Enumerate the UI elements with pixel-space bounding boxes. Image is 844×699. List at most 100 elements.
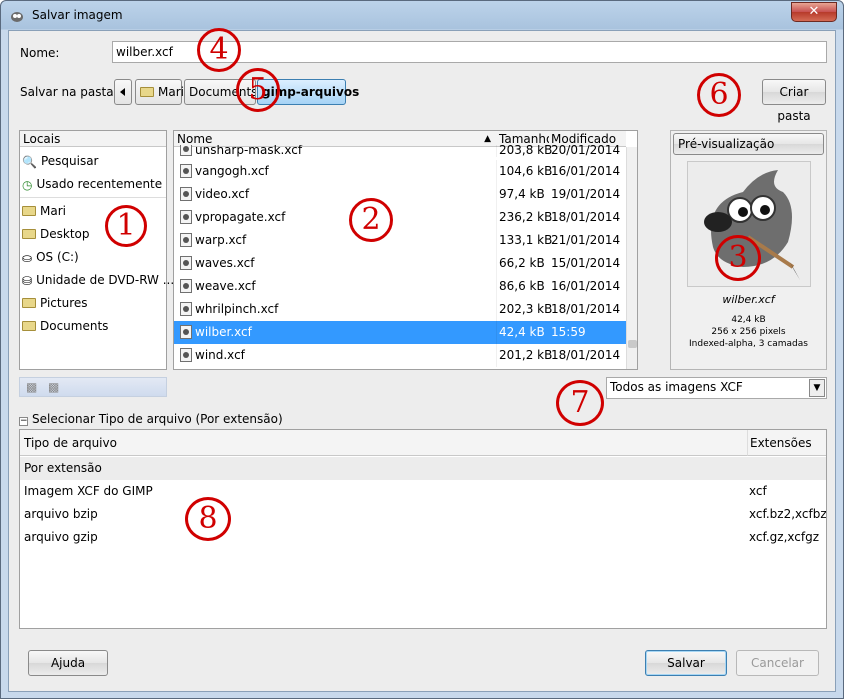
folder-icon — [140, 86, 154, 97]
file-modified: 16/01/2014 — [551, 164, 621, 178]
preview-filename: wilber.xcf — [722, 293, 775, 306]
file-list-scrollbar[interactable] — [626, 147, 637, 369]
file-modified: 19/01/2014 — [551, 187, 621, 201]
places-panel: Locais 🔍 Pesquisar ◷ Usado recentemente Ma… — [19, 130, 174, 370]
column-header-filetype[interactable]: Tipo de arquivo — [20, 430, 747, 456]
file-row[interactable]: wilber.xcf 42,4 kB 15:59 — [174, 321, 637, 344]
cancel-button[interactable]: Cancelar — [736, 650, 819, 676]
file-size: 66,2 kB — [499, 256, 545, 270]
place-mari[interactable]: Mari — [22, 200, 66, 222]
xcf-file-icon — [180, 325, 192, 339]
filetype-name: Imagem XCF do GIMP — [24, 484, 153, 498]
file-row[interactable]: vpropagate.xcf 236,2 kB 18/01/2014 — [174, 206, 637, 229]
annotation-badge-8: 8 — [185, 497, 231, 541]
file-row[interactable]: unsharp-mask.xcf 203,8 kB 20/01/2014 — [174, 145, 637, 157]
chevron-down-icon[interactable]: ▼ — [809, 379, 825, 397]
place-desktop[interactable]: Desktop — [22, 223, 90, 245]
places-toolbar: ▩ ▩ — [19, 377, 167, 397]
file-modified: 15/01/2014 — [551, 256, 621, 270]
annotation-badge-1: 1 — [105, 205, 147, 247]
remove-bookmark-icon[interactable]: ▩ — [48, 380, 59, 394]
places-header[interactable]: Locais — [20, 131, 166, 147]
file-name: waves.xcf — [195, 256, 255, 270]
file-modified: 20/01/2014 — [551, 145, 621, 157]
xcf-file-icon — [180, 348, 192, 362]
crumb-mari[interactable]: Mari — [135, 79, 184, 105]
dialog-body: Nome: wilber.xcf Salvar na pasta: Mari D… — [8, 28, 836, 692]
save-in-label: Salvar na pasta: — [20, 85, 118, 99]
file-name: unsharp-mask.xcf — [195, 145, 303, 157]
file-row[interactable]: weave.xcf 86,6 kB 16/01/2014 — [174, 275, 637, 298]
crumb-back-button[interactable] — [114, 79, 132, 105]
gimp-app-icon — [11, 12, 23, 22]
file-size: 203,8 kB — [499, 145, 553, 157]
file-name: warp.xcf — [195, 233, 247, 247]
filetype-row-by-extension[interactable]: Por extensão — [20, 457, 826, 480]
annotation-badge-2: 2 — [349, 198, 393, 242]
file-modified: 18/01/2014 — [551, 210, 621, 224]
arrow-left-icon — [120, 88, 125, 96]
file-modified: 16/01/2014 — [551, 279, 621, 293]
folder-icon — [22, 228, 36, 239]
file-size: 133,1 kB — [499, 233, 553, 247]
file-modified: 18/01/2014 — [551, 348, 621, 362]
preview-dimensions: 256 x 256 pixels — [711, 327, 786, 337]
save-button[interactable]: Salvar — [645, 650, 727, 676]
file-name: wind.xcf — [195, 348, 245, 362]
filetype-expander[interactable]: − Selecionar Tipo de arquivo (Por extensã… — [19, 412, 283, 426]
clock-icon: ◷ — [22, 177, 33, 192]
file-name: whrilpinch.xcf — [195, 302, 279, 316]
file-size: 42,4 kB — [499, 325, 545, 339]
xcf-file-icon — [180, 187, 192, 201]
file-row[interactable]: waves.xcf 66,2 kB 15/01/2014 — [174, 252, 637, 275]
folder-icon — [22, 205, 36, 216]
filetype-table: Tipo de arquivo Extensões Por extensão Im… — [19, 429, 827, 629]
filetype-row[interactable]: arquivo bzip xcf.bz2,xcfbz2 — [20, 503, 826, 526]
annotation-badge-7: 7 — [556, 380, 604, 426]
filetype-row[interactable]: arquivo gzip xcf.gz,xcfgz — [20, 526, 826, 549]
name-label: Nome: — [20, 46, 60, 60]
xcf-file-icon — [180, 256, 192, 270]
xcf-file-icon — [180, 279, 192, 293]
folder-icon — [22, 297, 36, 308]
save-dialog-window: Salvar imagem ✕ Nome: wilber.xcf Salvar … — [0, 0, 844, 699]
file-name: vpropagate.xcf — [195, 210, 286, 224]
file-name: weave.xcf — [195, 279, 256, 293]
filetype-extensions: xcf.bz2,xcfbz2 — [749, 507, 827, 521]
filetype-name: Por extensão — [24, 461, 102, 475]
file-list-panel: Nome ▲ Tamanho Modificado unsharp-mask.x… — [173, 130, 638, 370]
column-header-extensions[interactable]: Extensões — [747, 430, 826, 456]
file-size: 97,4 kB — [499, 187, 545, 201]
place-os-c[interactable]: ⛀ OS (C:) — [22, 246, 79, 268]
file-row[interactable]: wind.xcf 201,2 kB 18/01/2014 — [174, 344, 637, 367]
filetype-extensions: xcf — [749, 484, 767, 498]
collapse-icon: − — [19, 416, 28, 426]
place-recent[interactable]: ◷ Usado recentemente — [22, 173, 162, 195]
xcf-file-icon — [180, 302, 192, 316]
filetype-row[interactable]: Imagem XCF do GIMP xcf — [20, 480, 826, 503]
file-row[interactable]: whrilpinch.xcf 202,3 kB 18/01/2014 — [174, 298, 637, 321]
file-filter-value: Todos as imagens XCF — [610, 380, 743, 394]
window-title: Salvar imagem — [32, 8, 123, 22]
place-search[interactable]: 🔍 Pesquisar — [22, 150, 99, 172]
preview-header[interactable]: Pré-visualização — [673, 133, 824, 155]
file-size: 236,2 kB — [499, 210, 553, 224]
close-button[interactable]: ✕ — [791, 2, 837, 22]
create-folder-button[interactable]: Criar pasta — [762, 79, 826, 123]
place-dvd[interactable]: ⛁ Unidade de DVD-RW ... — [22, 269, 174, 291]
place-documents[interactable]: Documents — [22, 315, 108, 337]
preview-mode: Indexed-alpha, 3 camadas — [689, 339, 808, 349]
drive-icon: ⛀ — [22, 250, 33, 265]
file-name: vangogh.xcf — [195, 164, 269, 178]
file-row[interactable]: warp.xcf 133,1 kB 21/01/2014 — [174, 229, 637, 252]
file-row[interactable]: video.xcf 97,4 kB 19/01/2014 — [174, 183, 637, 206]
add-bookmark-icon[interactable]: ▩ — [26, 380, 37, 394]
file-row[interactable]: vangogh.xcf 104,6 kB 16/01/2014 — [174, 160, 637, 183]
annotation-badge-5: 5 — [236, 68, 280, 112]
crumb-label: Mari — [158, 85, 184, 99]
file-filter-select[interactable]: Todos as imagens XCF ▼ — [606, 377, 827, 399]
file-size: 104,6 kB — [499, 164, 553, 178]
dvd-drive-icon: ⛁ — [22, 273, 33, 288]
help-button[interactable]: Ajuda — [28, 650, 108, 676]
place-pictures[interactable]: Pictures — [22, 292, 88, 314]
